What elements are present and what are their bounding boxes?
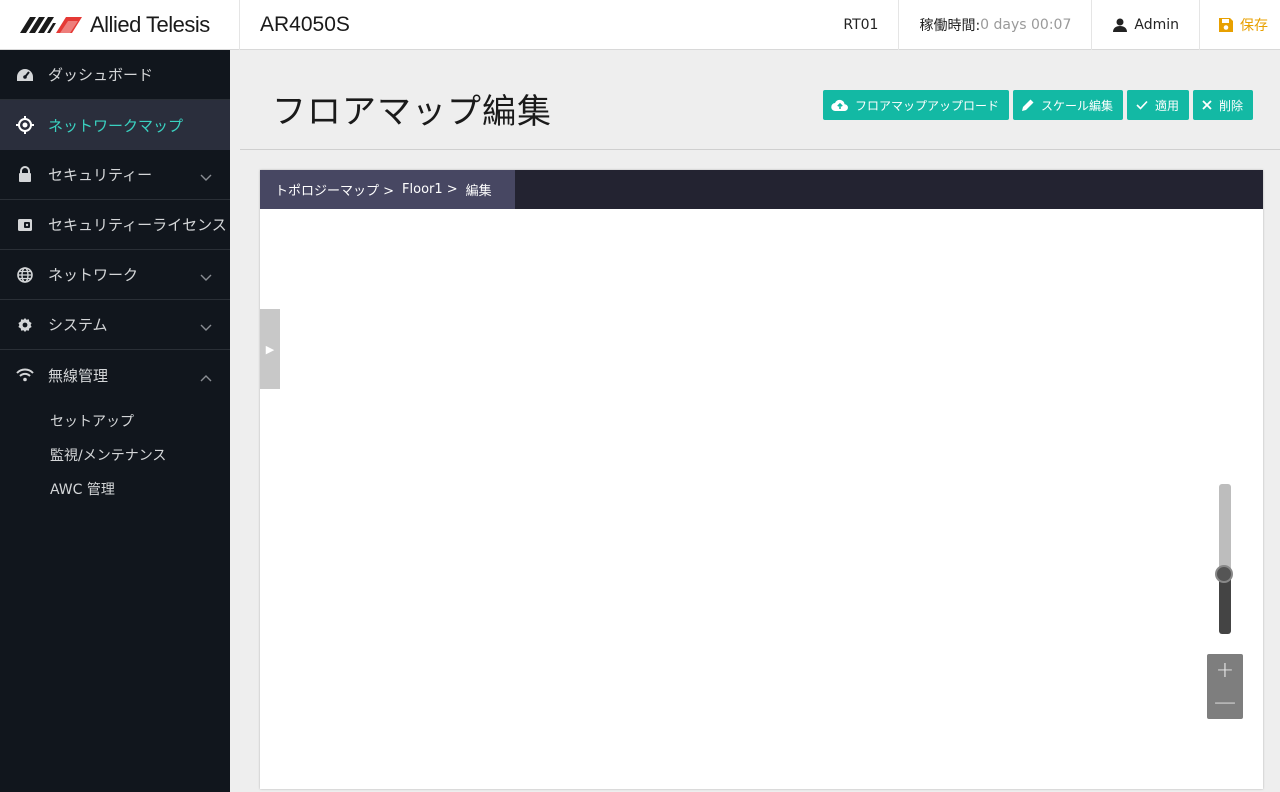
uptime-value: 0 days 00:07 bbox=[980, 16, 1072, 33]
button-label: スケール編集 bbox=[1040, 98, 1113, 113]
allied-telesis-logo-icon bbox=[20, 16, 82, 33]
hostname: RT01 bbox=[843, 16, 879, 33]
zoom-controls: + — bbox=[1207, 654, 1243, 719]
sidebar-item-dashboard[interactable]: ダッシュボード bbox=[0, 50, 230, 100]
sidebar-item-label: システム bbox=[48, 316, 108, 334]
save-button[interactable]: 保存 bbox=[1199, 0, 1280, 50]
user-icon bbox=[1112, 17, 1128, 33]
apply-button[interactable]: 適用 bbox=[1126, 90, 1189, 120]
breadcrumb-floor1[interactable]: Floor1 > bbox=[402, 182, 458, 197]
wireless-submenu: セットアップ 監視/メンテナンス AWC 管理 bbox=[0, 400, 230, 506]
sidebar-item-system[interactable]: システム bbox=[0, 300, 230, 350]
sidebar-item-label: ダッシュボード bbox=[48, 66, 154, 84]
sidebar-item-network-map[interactable]: ネットワークマップ bbox=[0, 100, 230, 150]
gear-icon bbox=[16, 316, 34, 334]
user-name: Admin bbox=[1134, 16, 1179, 33]
device-model: AR4050S bbox=[260, 12, 350, 36]
logo-text: Allied Telesis bbox=[90, 11, 210, 37]
close-icon bbox=[1201, 99, 1213, 111]
sidebar-item-label: ネットワーク bbox=[48, 266, 139, 284]
brand-logo[interactable]: Allied Telesis bbox=[0, 0, 240, 50]
pencil-icon bbox=[1021, 98, 1035, 112]
sidebar-item-label: ネットワークマップ bbox=[48, 116, 184, 135]
sidebar-item-security-license[interactable]: セキュリティーライセンス bbox=[0, 200, 230, 250]
sidebar: ダッシュボード ネットワークマップ セキュリティー セキュリティーライセンス ネ… bbox=[0, 50, 230, 792]
button-label: 適用 bbox=[1154, 98, 1179, 113]
title-divider bbox=[240, 149, 1280, 150]
sidebar-item-label: 無線管理 bbox=[48, 366, 109, 385]
chevron-up-icon bbox=[200, 368, 212, 386]
user-menu[interactable]: Admin bbox=[1091, 0, 1199, 50]
sidebar-item-label: セキュリティーライセンス bbox=[48, 216, 227, 234]
floppy-disk-icon bbox=[1218, 17, 1234, 33]
license-icon bbox=[16, 216, 34, 234]
side-panel-toggle[interactable]: ▶ bbox=[260, 309, 280, 389]
lock-icon bbox=[16, 166, 34, 184]
breadcrumb-edit: 編集 bbox=[465, 184, 492, 199]
breadcrumb: トポロジーマップ > Floor1 > 編集 bbox=[260, 170, 515, 209]
zoom-slider-handle[interactable] bbox=[1215, 565, 1233, 583]
scale-edit-button[interactable]: スケール編集 bbox=[1012, 90, 1123, 120]
zoom-out-button[interactable]: — bbox=[1207, 687, 1243, 720]
chevron-down-icon bbox=[200, 318, 212, 336]
wifi-icon bbox=[16, 366, 34, 384]
floor-map-upload-button[interactable]: フロアマップアップロード bbox=[822, 90, 1009, 120]
button-label: フロアマップアップロード bbox=[854, 98, 999, 113]
sidebar-item-network[interactable]: ネットワーク bbox=[0, 250, 230, 300]
sidebar-item-label: セキュリティー bbox=[48, 166, 153, 184]
sidebar-item-wireless[interactable]: 無線管理 bbox=[0, 350, 230, 400]
page-title: フロアマップ編集 bbox=[272, 92, 552, 132]
network-map-icon bbox=[16, 116, 34, 134]
sidebar-subitem-setup[interactable]: セットアップ bbox=[0, 404, 230, 438]
breadcrumb-topology-map[interactable]: トポロジーマップ > bbox=[275, 180, 394, 199]
breadcrumb-bar: トポロジーマップ > Floor1 > 編集 bbox=[260, 170, 1263, 209]
zoom-in-button[interactable]: + bbox=[1207, 654, 1243, 687]
cloud-upload-icon bbox=[831, 98, 849, 112]
chevron-down-icon bbox=[200, 168, 212, 186]
uptime-label: 稼働時間: bbox=[919, 17, 981, 34]
sidebar-subitem-monitoring[interactable]: 監視/メンテナンス bbox=[0, 438, 230, 472]
button-label: 削除 bbox=[1218, 98, 1243, 113]
action-toolbar: フロアマップアップロード スケール編集 適用 削除 bbox=[822, 90, 1253, 120]
dashboard-icon bbox=[16, 66, 34, 84]
chevron-down-icon bbox=[200, 268, 212, 286]
check-icon bbox=[1135, 99, 1149, 111]
sidebar-item-security[interactable]: セキュリティー bbox=[0, 150, 230, 200]
globe-icon bbox=[16, 266, 34, 284]
uptime: 稼働時間: 0 days 00:07 bbox=[898, 0, 1091, 50]
top-header: Allied Telesis AR4050S RT01 稼働時間: 0 days… bbox=[0, 0, 1280, 50]
delete-button[interactable]: 削除 bbox=[1192, 90, 1253, 120]
zoom-slider-track[interactable] bbox=[1219, 484, 1231, 634]
floor-map-panel[interactable]: トポロジーマップ > Floor1 > 編集 ▶ + — bbox=[260, 170, 1263, 789]
save-label: 保存 bbox=[1240, 17, 1268, 34]
sidebar-subitem-awc[interactable]: AWC 管理 bbox=[0, 472, 230, 506]
